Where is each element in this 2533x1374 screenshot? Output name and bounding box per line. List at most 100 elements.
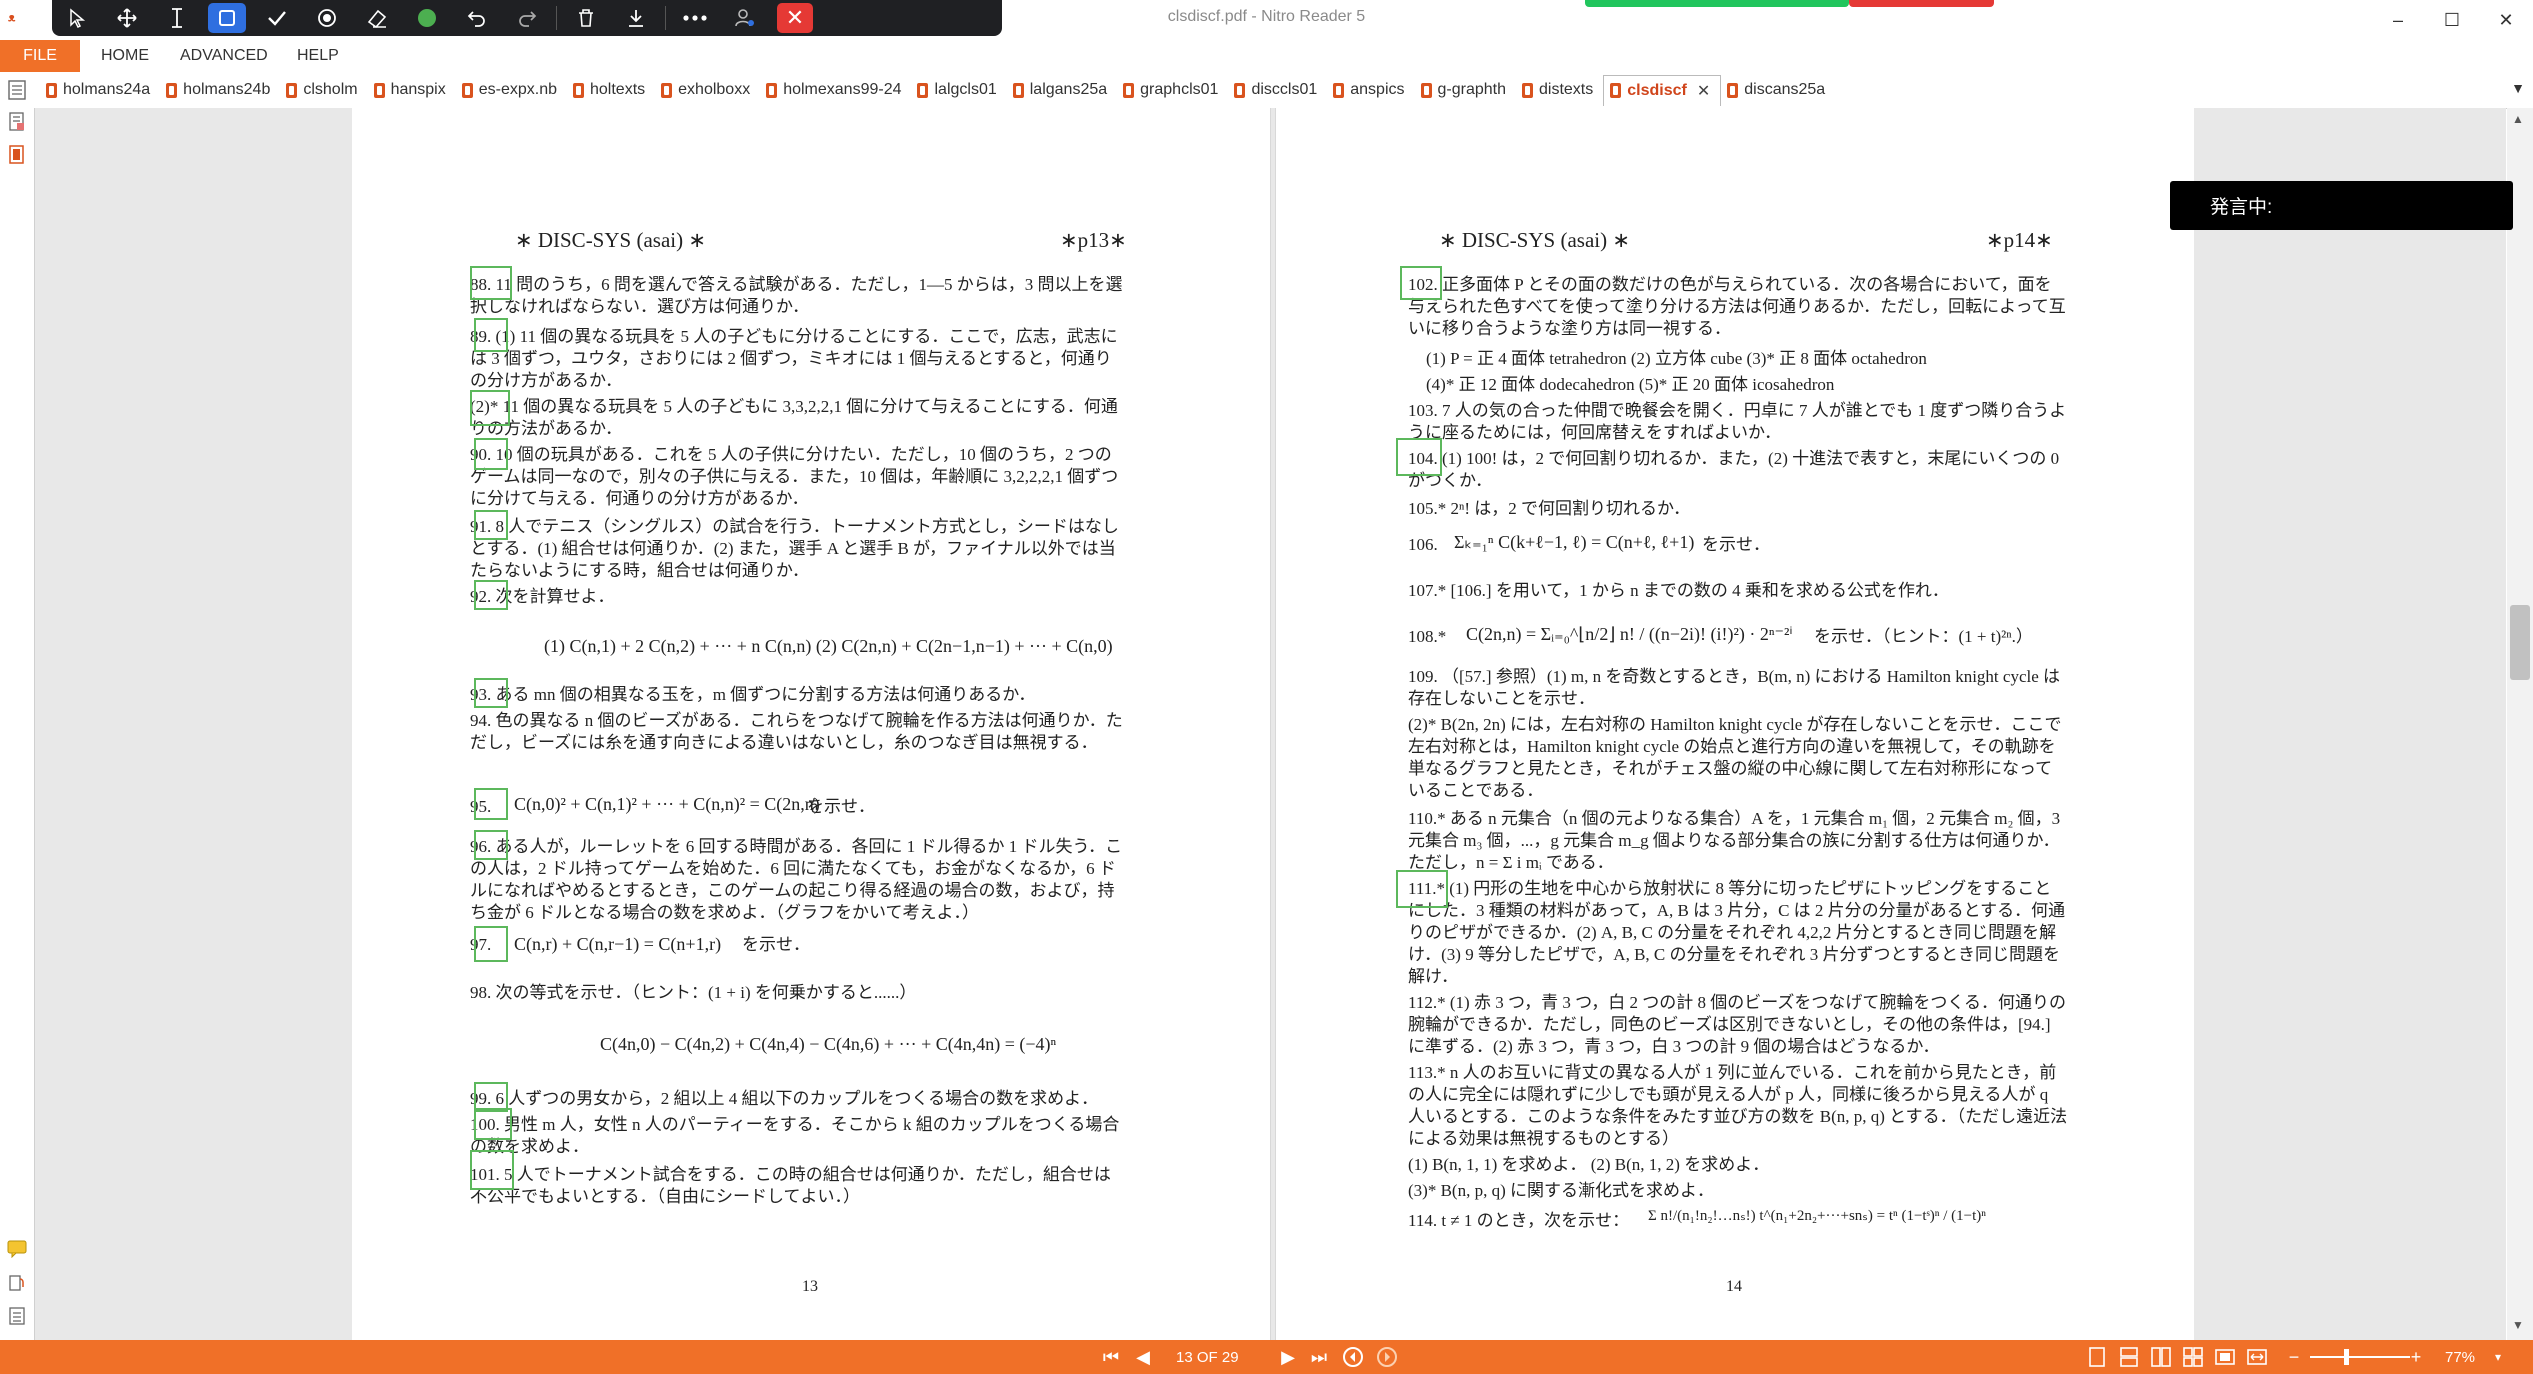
check-icon[interactable]: [252, 0, 302, 36]
tab-graphcls01[interactable]: graphcls01: [1117, 75, 1228, 105]
last-page-icon[interactable]: ⏭: [1308, 1340, 1330, 1374]
document-list-icon[interactable]: [8, 80, 26, 100]
pan-icon[interactable]: [102, 0, 152, 36]
zoom-in-icon[interactable]: +: [2408, 1340, 2424, 1374]
menu-home[interactable]: HOME: [101, 40, 149, 72]
layers-icon[interactable]: [7, 1306, 27, 1328]
tab-discans25a[interactable]: discans25a: [1721, 75, 1835, 105]
tab-holmexans99-24[interactable]: holmexans99-24: [760, 75, 911, 105]
next-page-icon[interactable]: ▶: [1277, 1340, 1299, 1374]
tab-lalgans25a[interactable]: lalgans25a: [1007, 75, 1117, 105]
pointer-icon[interactable]: [52, 0, 102, 36]
tab-holmans24a[interactable]: holmans24a: [40, 75, 160, 105]
user-settings-icon[interactable]: [720, 0, 770, 36]
annotation-rectangle[interactable]: [474, 1108, 512, 1140]
stamp-icon[interactable]: [302, 0, 352, 36]
annotation-rectangle[interactable]: [470, 266, 512, 300]
annotation-rectangle[interactable]: [474, 678, 508, 708]
annotation-toolbar: ✕: [52, 0, 1002, 36]
pages-panel-icon[interactable]: [7, 145, 27, 167]
annotation-rectangle[interactable]: [470, 1150, 514, 1190]
facing-continuous-view-icon[interactable]: [2182, 1340, 2204, 1374]
problem-101: 101. 5 人でトーナメント試合をする．この時の組合せは何通りか．ただし，組合…: [470, 1165, 1111, 1206]
annotation-rectangle[interactable]: [474, 438, 508, 470]
pdf-file-icon: [1727, 82, 1739, 98]
pdf-page-14[interactable]: ∗ DISC-SYS (asai) ∗ ∗p14∗ 102. 正多面体 P とそ…: [1275, 108, 2194, 1340]
menu-file[interactable]: FILE: [0, 40, 80, 72]
tab-exholboxx[interactable]: exholboxx: [655, 75, 760, 105]
zoom-slider[interactable]: [2310, 1356, 2410, 1358]
facing-view-icon[interactable]: [2150, 1340, 2172, 1374]
tab-anspics[interactable]: anspics: [1327, 75, 1414, 105]
maximize-button[interactable]: ☐: [2425, 0, 2479, 40]
eraser-icon[interactable]: [352, 0, 402, 36]
annotation-rectangle[interactable]: [474, 510, 508, 540]
speech-status-overlay: 発言中:: [2170, 181, 2513, 230]
problem-113: 113.* n 人のお互いに背丈の異なる人が 1 列に並んでいる．これを前から見…: [1408, 1063, 2068, 1148]
color-dot-icon[interactable]: [402, 0, 452, 36]
annotation-rectangle[interactable]: [1396, 870, 1448, 908]
scroll-down-icon[interactable]: ▼: [2512, 1318, 2524, 1332]
zoom-level[interactable]: 77%: [2445, 1340, 2475, 1374]
text-cursor-icon[interactable]: [152, 0, 202, 36]
fit-page-icon[interactable]: [2214, 1340, 2236, 1374]
more-icon[interactable]: [670, 0, 720, 36]
continuous-view-icon[interactable]: [2118, 1340, 2140, 1374]
zoom-dropdown-icon[interactable]: ▾: [2490, 1340, 2506, 1374]
tab-hanspix[interactable]: hanspix: [368, 75, 456, 105]
tab-g-graphth[interactable]: g-graphth: [1415, 75, 1517, 105]
tab-lalgcls01[interactable]: lalgcls01: [911, 75, 1006, 105]
annotation-rectangle[interactable]: [470, 390, 510, 426]
tab-dropdown-icon[interactable]: ▼: [2511, 80, 2525, 96]
attachments-icon[interactable]: [7, 1273, 27, 1295]
back-view-icon[interactable]: [1340, 1340, 1366, 1374]
trash-icon[interactable]: [561, 0, 611, 36]
problem-110: 110.* ある n 元集合（n 個の元よりなる集合）A を，1 元集合 m₁ …: [1408, 809, 2061, 872]
annotation-rectangle[interactable]: [1396, 438, 1442, 476]
fit-width-icon[interactable]: [2246, 1340, 2268, 1374]
scrollbar-thumb[interactable]: [2510, 605, 2530, 680]
problem-89-2: (2)* 11 個の異なる玩具を 5 人の子どもに 3,3,2,2,1 個に分け…: [470, 397, 1118, 438]
redo-icon[interactable]: [502, 0, 552, 36]
annotation-rectangle[interactable]: [474, 926, 508, 962]
scroll-up-icon[interactable]: ▲: [2512, 112, 2524, 126]
tab-holtexts[interactable]: holtexts: [567, 75, 655, 105]
vertical-scrollbar[interactable]: [2507, 108, 2533, 1340]
tab-clsholm[interactable]: clsholm: [280, 75, 367, 105]
page-indicator[interactable]: 13 OF 29: [1176, 1340, 1239, 1374]
minimize-button[interactable]: –: [2371, 0, 2425, 40]
download-icon[interactable]: [611, 0, 661, 36]
close-toolbar-button[interactable]: ✕: [770, 0, 820, 36]
tab-holmans24b[interactable]: holmans24b: [160, 75, 280, 105]
annotation-rectangle[interactable]: [474, 318, 508, 352]
zoom-out-icon[interactable]: −: [2286, 1340, 2302, 1374]
zoom-slider-thumb[interactable]: [2344, 1349, 2349, 1365]
menu-help[interactable]: HELP: [297, 40, 339, 72]
equation-97: C(n,r) + C(n,r−1) = C(n+1,r): [514, 934, 722, 954]
pdf-page-13[interactable]: ∗ DISC-SYS (asai) ∗ ∗p13∗ 88. 11 問のうち，6 …: [352, 108, 1271, 1340]
annotation-rectangle[interactable]: [474, 830, 508, 860]
tab-es-expx[interactable]: es-expx.nb: [456, 75, 567, 105]
tab-disccls01[interactable]: disccls01: [1228, 75, 1327, 105]
document-tabs: holmans24a holmans24b clsholm hanspix es…: [40, 72, 1835, 108]
tab-clsdiscf[interactable]: clsdiscf ✕: [1603, 74, 1722, 106]
comments-icon[interactable]: [7, 1240, 27, 1262]
previous-page-icon[interactable]: ◀: [1132, 1340, 1154, 1374]
annotation-rectangle[interactable]: [474, 580, 508, 610]
first-page-icon[interactable]: ⏮: [1100, 1340, 1122, 1374]
single-page-view-icon[interactable]: [2086, 1340, 2108, 1374]
forward-view-icon[interactable]: [1374, 1340, 1400, 1374]
undo-icon[interactable]: [452, 0, 502, 36]
menu-advanced[interactable]: ADVANCED: [180, 40, 268, 72]
tab-close-icon[interactable]: ✕: [1697, 81, 1710, 101]
tab-label: graphcls01: [1140, 81, 1219, 98]
pdf-file-icon: [661, 82, 673, 98]
annotation-rectangle[interactable]: [474, 788, 508, 820]
problem-113-1-2: (1) B(n, 1, 1) を求めよ． (2) B(n, 1, 2) を求めよ…: [1408, 1155, 1770, 1174]
close-window-button[interactable]: ✕: [2479, 0, 2533, 40]
annotation-rectangle[interactable]: [1400, 266, 1442, 300]
rectangle-tool[interactable]: [202, 0, 252, 36]
pdf-file-icon: [373, 82, 385, 98]
bookmarks-icon[interactable]: [7, 112, 27, 134]
tab-distexts[interactable]: distexts: [1516, 75, 1603, 105]
